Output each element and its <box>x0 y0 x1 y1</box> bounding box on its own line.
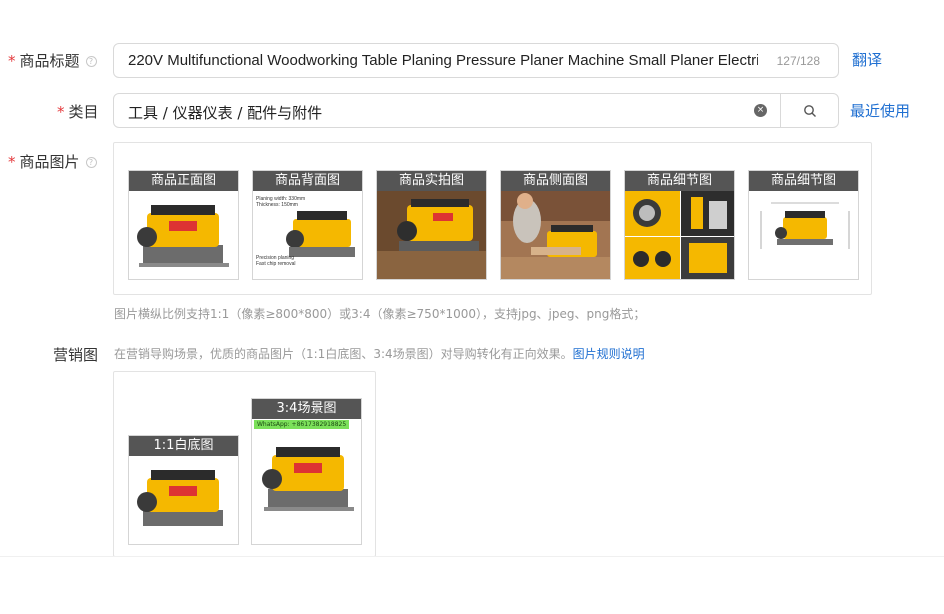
title-input[interactable]: 220V Multifunctional Woodworking Table P… <box>113 43 839 78</box>
image-caption: 商品侧面图 <box>501 171 610 191</box>
image-caption: 商品实拍图 <box>377 171 486 191</box>
product-image-real[interactable]: 商品实拍图 <box>376 170 487 280</box>
planer-scene-image <box>262 447 354 511</box>
recent-use-link[interactable]: 最近使用 <box>850 100 910 121</box>
category-label: * 类目 <box>57 101 99 122</box>
planer-detail-collage <box>625 191 734 279</box>
image-caption: 3:4场景图 <box>252 399 361 419</box>
category-search-button[interactable] <box>780 93 839 128</box>
marketing-description: 在营销导购场景，优质的商品图片（1:1白底图、3:4场景图）对导购转化有正向效果… <box>114 345 645 362</box>
marketing-description-text: 在营销导购场景，优质的商品图片（1:1白底图、3:4场景图）对导购转化有正向效果… <box>114 347 573 361</box>
marketing-images-panel: 1:1白底图 3:4场景图 WhatsApp: +8617382918825 <box>113 371 376 557</box>
required-mark: * <box>8 52 16 70</box>
title-label-text: 商品标题 <box>19 52 80 70</box>
required-mark: * <box>8 153 16 171</box>
image-caption: 1:1白底图 <box>129 436 238 456</box>
spec-text: Thickness: 150mm <box>256 202 298 208</box>
image-caption: 商品正面图 <box>129 171 238 191</box>
planer-in-use-image <box>501 191 610 279</box>
product-image-detail-1[interactable]: 商品细节图 <box>624 170 735 280</box>
image-rules-link[interactable]: 图片规则说明 <box>573 347 645 361</box>
images-label-text: 商品图片 <box>19 153 80 171</box>
category-input-value[interactable]: 工具 / 仪器仪表 / 配件与附件 <box>128 102 322 123</box>
title-char-count: 127/128 <box>776 54 820 68</box>
marketing-image-scene[interactable]: 3:4场景图 WhatsApp: +8617382918825 <box>251 398 362 545</box>
required-mark: * <box>57 103 65 121</box>
help-icon[interactable]: ? <box>85 56 97 67</box>
marketing-label: 营销图 <box>53 346 99 364</box>
image-caption: 商品细节图 <box>625 171 734 191</box>
product-image-side[interactable]: 商品侧面图 <box>500 170 611 280</box>
images-label: * 商品图片? <box>8 151 97 172</box>
help-icon[interactable]: ? <box>85 157 97 168</box>
product-image-detail-2[interactable]: 商品细节图 <box>748 170 859 280</box>
planer-dimension-image <box>760 202 850 249</box>
title-input-value[interactable]: 220V Multifunctional Woodworking Table P… <box>128 52 758 69</box>
planer-spec-image: Planing width: 330mm Thickness: 150mm Pr… <box>256 196 355 267</box>
planer-workshop-image <box>377 191 486 279</box>
bottom-divider <box>0 556 944 557</box>
spec-text: Fast chip removal <box>256 261 295 267</box>
translate-link[interactable]: 翻译 <box>852 49 882 70</box>
product-image-back[interactable]: 商品背面图 Planing width: 330mm Thickness: 15… <box>252 170 363 280</box>
marketing-image-square[interactable]: 1:1白底图 <box>128 435 239 545</box>
search-icon <box>804 105 816 117</box>
image-caption: 商品细节图 <box>749 171 858 191</box>
planer-white-bg-image <box>137 470 223 526</box>
title-label: * 商品标题? <box>8 50 97 71</box>
product-images-panel: 商品正面图 商品背面图 Planing width: 330mm Thickne… <box>113 142 872 295</box>
clear-icon[interactable]: × <box>754 104 767 117</box>
product-image-front[interactable]: 商品正面图 <box>128 170 239 280</box>
planer-image <box>137 205 229 267</box>
category-label-text: 类目 <box>68 103 99 121</box>
image-format-hint: 图片横纵比例支持1:1（像素≥800*800）或3:4（像素≥750*1000）… <box>114 307 646 321</box>
category-input[interactable]: 工具 / 仪器仪表 / 配件与附件 × <box>113 93 781 128</box>
image-caption: 商品背面图 <box>253 171 362 191</box>
